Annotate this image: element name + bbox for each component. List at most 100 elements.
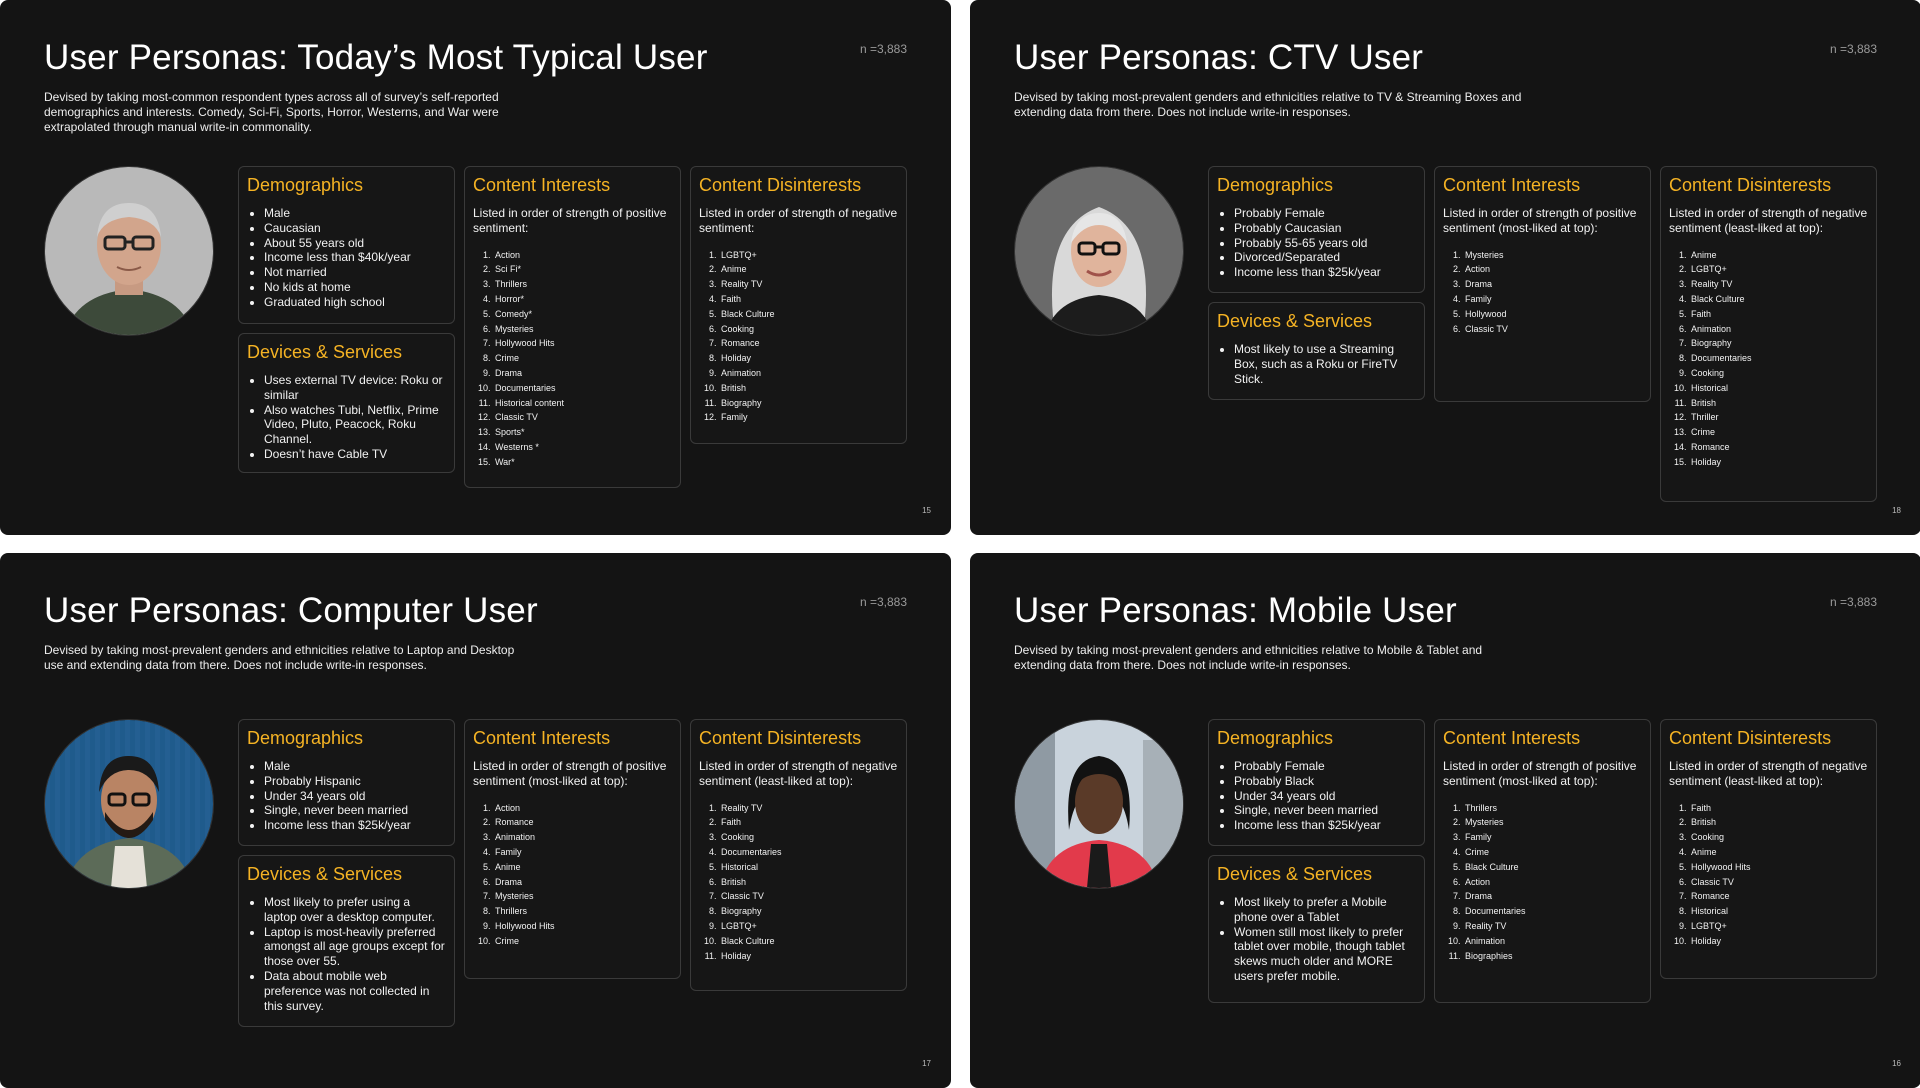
ranked-list-item: Holiday xyxy=(719,351,898,366)
page-number: 16 xyxy=(1892,1059,1901,1068)
ranked-list-item: Anime xyxy=(493,860,672,875)
ranked-list-item: Black Culture xyxy=(1463,860,1642,875)
bullet-list-item: Graduated high school xyxy=(264,295,446,310)
slide-title: User Personas: Today’s Most Typical User xyxy=(44,38,708,77)
demographics-heading: Demographics xyxy=(247,728,364,748)
ranked-list-item: Action xyxy=(493,801,672,816)
ranked-list-item: War* xyxy=(493,455,672,470)
demographics-heading: Demographics xyxy=(247,175,364,195)
ranked-list-item: Faith xyxy=(719,292,898,307)
content-disinterests-intro: Listed in order of strength of negative … xyxy=(1669,206,1868,235)
ranked-list-item: Documentaries xyxy=(719,845,898,860)
slide-title: User Personas: CTV User xyxy=(1014,38,1424,77)
ranked-list-item: Faith xyxy=(1689,307,1868,322)
bullet-list-item: About 55 years old xyxy=(264,236,446,251)
ranked-list-item: Family xyxy=(719,410,898,425)
devices-services-heading: Devices & Services xyxy=(247,864,403,884)
devices-services-list: Most likely to use a Streaming Box, such… xyxy=(1217,342,1416,386)
ranked-list-item: Mysteries xyxy=(1463,815,1642,830)
demographics-list: Probably FemaleProbably CaucasianProbabl… xyxy=(1217,206,1416,280)
demographics-list: MaleProbably HispanicUnder 34 years oldS… xyxy=(247,759,446,833)
ranked-list-item: Historical xyxy=(1689,381,1868,396)
slide-ctv-user[interactable]: User Personas: CTV User n =3,883 Devised… xyxy=(970,0,1920,535)
ranked-list-item: LGBTQ+ xyxy=(719,248,898,263)
bullet-list-item: Under 34 years old xyxy=(264,789,446,804)
ranked-list-item: Crime xyxy=(1689,425,1868,440)
ranked-list-item: Thriller xyxy=(1689,410,1868,425)
demographics-card: Demographics MaleCaucasianAbout 55 years… xyxy=(238,166,455,324)
slide-description: Devised by taking most-prevalent genders… xyxy=(44,643,515,672)
bullet-list-item: Also watches Tubi, Netflix, Prime Video,… xyxy=(264,403,446,447)
bullet-list-item: Probably 55-65 years old xyxy=(1234,236,1416,251)
slide-title: User Personas: Mobile User xyxy=(1014,591,1457,630)
ranked-list-item: Drama xyxy=(493,366,672,381)
content-disinterests-heading: Content Disinterests xyxy=(1669,175,1832,195)
ranked-list-item: British xyxy=(719,875,898,890)
sample-size-label: n =3,883 xyxy=(859,42,907,56)
ranked-list-item: British xyxy=(1689,396,1868,411)
ranked-list-item: Black Culture xyxy=(719,307,898,322)
ranked-list-item: Holiday xyxy=(719,949,898,964)
ranked-list-item: Hollywood Hits xyxy=(493,919,672,934)
content-disinterests-card: Content Disinterests Listed in order of … xyxy=(1660,719,1877,979)
ranked-list-item: Anime xyxy=(1689,845,1868,860)
ranked-list-item: Romance xyxy=(1689,889,1868,904)
devices-services-heading: Devices & Services xyxy=(247,342,403,362)
ranked-list-item: Cooking xyxy=(1689,366,1868,381)
content-interests-intro: Listed in order of strength of positive … xyxy=(473,759,667,788)
ranked-list-item: British xyxy=(719,381,898,396)
ranked-list-item: Reality TV xyxy=(719,801,898,816)
slide-computer-user[interactable]: User Personas: Computer User n =3,883 De… xyxy=(0,553,951,1088)
ranked-list-item: LGBTQ+ xyxy=(719,919,898,934)
bullet-list-item: Probably Black xyxy=(1234,774,1416,789)
slide-typical-user[interactable]: User Personas: Today’s Most Typical User… xyxy=(0,0,951,535)
ranked-list-item: Animation xyxy=(1463,934,1642,949)
demographics-card: Demographics Probably FemaleProbably Cau… xyxy=(1208,166,1425,293)
ranked-list-item: Sports* xyxy=(493,425,672,440)
ranked-list-item: Classic TV xyxy=(493,410,672,425)
content-disinterests-list: AnimeLGBTQ+Reality TVBlack CultureFaithA… xyxy=(1669,248,1868,470)
ranked-list-item: Historical xyxy=(1689,904,1868,919)
ranked-list-item: Drama xyxy=(1463,277,1642,292)
slide-description: Devised by taking most-common respondent… xyxy=(44,90,499,134)
bullet-list-item: Probably Female xyxy=(1234,759,1416,774)
ranked-list-item: Faith xyxy=(1689,801,1868,816)
ranked-list-item: Biography xyxy=(719,396,898,411)
page-number: 18 xyxy=(1892,506,1901,515)
demographics-list: MaleCaucasianAbout 55 years oldIncome le… xyxy=(247,206,446,310)
ranked-list-item: Thrillers xyxy=(493,904,672,919)
content-interests-intro: Listed in order of strength of positive … xyxy=(1443,206,1637,235)
ranked-list-item: Animation xyxy=(719,366,898,381)
devices-services-list: Uses external TV device: Roku or similar… xyxy=(247,373,446,462)
ranked-list-item: Animation xyxy=(1689,322,1868,337)
content-interests-list: ActionRomanceAnimationFamilyAnimeDramaMy… xyxy=(473,801,672,949)
content-disinterests-intro: Listed in order of strength of negative … xyxy=(699,759,898,788)
persona-photo xyxy=(1014,166,1184,336)
ranked-list-item: Romance xyxy=(493,815,672,830)
content-interests-heading: Content Interests xyxy=(473,728,611,748)
ranked-list-item: Thrillers xyxy=(493,277,672,292)
bullet-list-item: Single, never been married xyxy=(1234,803,1416,818)
content-disinterests-heading: Content Disinterests xyxy=(699,175,862,195)
ranked-list-item: Hollywood xyxy=(1463,307,1642,322)
content-interests-card: Content Interests Listed in order of str… xyxy=(1434,719,1651,1003)
ranked-list-item: Biography xyxy=(719,904,898,919)
ranked-list-item: Biographies xyxy=(1463,949,1642,964)
content-interests-list: MysteriesActionDramaFamilyHollywoodClass… xyxy=(1443,248,1642,337)
slide-mobile-user[interactable]: User Personas: Mobile User n =3,883 Devi… xyxy=(970,553,1920,1088)
slide-description: Devised by taking most-prevalent genders… xyxy=(1014,643,1483,672)
ranked-list-item: Cooking xyxy=(719,322,898,337)
bullet-list-item: Most likely to use a Streaming Box, such… xyxy=(1234,342,1416,386)
devices-services-heading: Devices & Services xyxy=(1217,311,1373,331)
bullet-list-item: Probably Caucasian xyxy=(1234,221,1416,236)
ranked-list-item: LGBTQ+ xyxy=(1689,919,1868,934)
ranked-list-item: Mysteries xyxy=(493,889,672,904)
ranked-list-item: Documentaries xyxy=(1463,904,1642,919)
ranked-list-item: Anime xyxy=(719,262,898,277)
ranked-list-item: Reality TV xyxy=(719,277,898,292)
ranked-list-item: Family xyxy=(1463,292,1642,307)
ranked-list-item: Westerns * xyxy=(493,440,672,455)
content-disinterests-list: Reality TVFaithCookingDocumentariesHisto… xyxy=(699,801,898,964)
persona-photo xyxy=(44,719,214,889)
bullet-list-item: Probably Female xyxy=(1234,206,1416,221)
